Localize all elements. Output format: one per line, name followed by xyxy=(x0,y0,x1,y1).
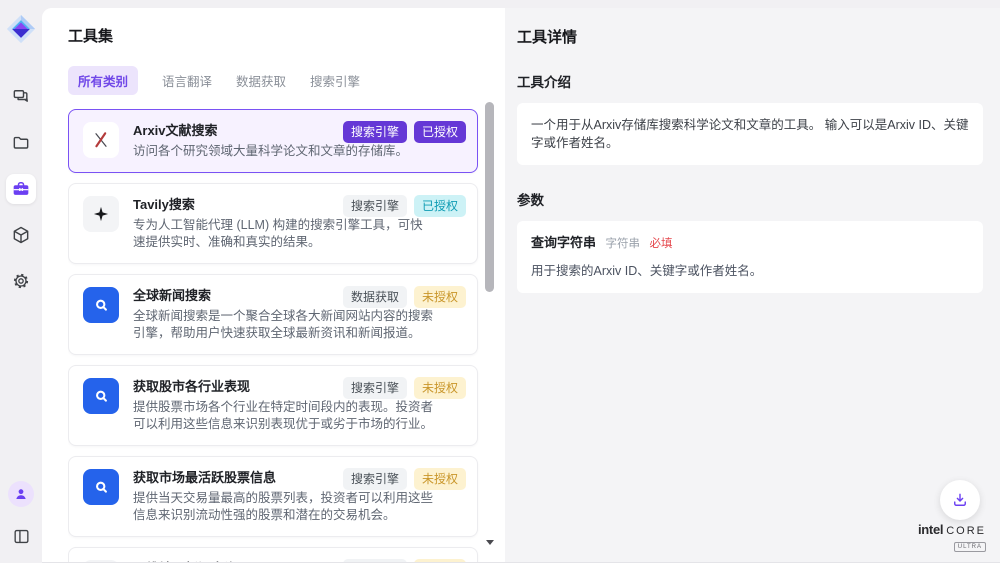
collapse-panel-icon[interactable] xyxy=(6,521,36,551)
param-item: 查询字符串 字符串 必填 用于搜索的Arxiv ID、关键字或作者姓名。 xyxy=(517,221,983,293)
scrollbar-down-button[interactable] xyxy=(485,538,494,546)
sidebar-item-files[interactable] xyxy=(6,128,36,158)
tool-description: 全球新闻搜索是一个聚合全球各大新闻网站内容的搜索引擎，帮助用户快速获取全球最新资… xyxy=(133,308,435,342)
intel-wordmark: intel xyxy=(918,523,943,536)
auth-status-badge: 未授权 xyxy=(414,559,466,562)
category-badge: 搜索引擎 xyxy=(343,121,407,143)
tab-all-categories[interactable]: 所有类别 xyxy=(68,66,138,95)
scrollbar-thumb[interactable] xyxy=(485,102,494,292)
app-logo-icon xyxy=(6,14,36,44)
sidebar-item-models[interactable] xyxy=(6,220,36,250)
ultra-badge: ultra xyxy=(954,542,986,552)
card-badges: 搜索引擎 未授权 xyxy=(343,559,466,562)
tool-description: 提供股票市场各个行业在特定时间段内的表现。投资者可以利用这些信息来识别表现优于或… xyxy=(133,399,435,433)
tool-card-regional-news[interactable]: 万维地区新闻查询 查询具体行政区划内的新闻，快速了解各地新闻动 搜索引擎 未授权 xyxy=(68,547,478,562)
params-heading: 参数 xyxy=(517,189,983,209)
tab-language-translation[interactable]: 语言翻译 xyxy=(162,71,212,90)
sparkle-icon xyxy=(83,196,119,232)
param-header: 查询字符串 字符串 必填 xyxy=(531,234,969,253)
user-avatar[interactable] xyxy=(8,481,34,507)
intro-heading: 工具介绍 xyxy=(517,71,983,91)
intel-core-logo: intel core ultra xyxy=(918,523,986,552)
param-type: 字符串 xyxy=(606,238,641,250)
sidebar-item-tools[interactable] xyxy=(6,174,36,204)
app-root: 工具集 所有类别 语言翻译 数据获取 搜索引擎 A xyxy=(0,0,1000,563)
tool-description: 提供当天交易量最高的股票列表，投资者可以利用这些信息来识别流动性强的股票和潜在的… xyxy=(133,490,435,524)
rail-bottom xyxy=(6,481,36,551)
tools-panel-title: 工具集 xyxy=(68,25,505,46)
tool-card-global-news[interactable]: 全球新闻搜索 全球新闻搜索是一个聚合全球各大新闻网站内容的搜索引擎，帮助用户快速… xyxy=(68,274,478,355)
news-icon xyxy=(83,560,119,562)
auth-status-badge: 已授权 xyxy=(414,195,466,217)
category-badge: 数据获取 xyxy=(343,286,407,308)
category-tabs: 所有类别 语言翻译 数据获取 搜索引擎 xyxy=(68,66,505,95)
sidebar-item-chat[interactable] xyxy=(6,82,36,112)
search-icon xyxy=(83,378,119,414)
tools-list-panel: 工具集 所有类别 语言翻译 数据获取 搜索引擎 A xyxy=(42,8,505,562)
param-description: 用于搜索的Arxiv ID、关键字或作者姓名。 xyxy=(531,262,969,280)
auth-status-badge: 未授权 xyxy=(414,286,466,308)
auth-status-badge: 已授权 xyxy=(414,121,466,143)
tool-card-tavily[interactable]: Tavily搜索 专为人工智能代理 (LLM) 构建的搜索引擎工具，可快速提供实… xyxy=(68,183,478,264)
tools-card-list: Arxiv文献搜索 访问各个研究领域大量科学论文和文章的存储库。 搜索引擎 已授… xyxy=(68,109,505,562)
category-badge: 搜索引擎 xyxy=(343,195,407,217)
sidebar-item-settings[interactable] xyxy=(6,266,36,296)
tool-card-arxiv[interactable]: Arxiv文献搜索 访问各个研究领域大量科学论文和文章的存储库。 搜索引擎 已授… xyxy=(68,109,478,173)
auth-status-badge: 未授权 xyxy=(414,377,466,399)
search-icon xyxy=(83,287,119,323)
category-badge: 搜索引擎 xyxy=(343,377,407,399)
list-scrollbar xyxy=(484,88,495,554)
rail-nav xyxy=(6,82,36,296)
download-icon xyxy=(951,491,969,509)
tool-intro-text: 一个用于从Arxiv存储库搜索科学论文和文章的工具。 输入可以是Arxiv ID… xyxy=(517,103,983,165)
card-badges: 搜索引擎 未授权 xyxy=(343,377,466,399)
card-badges: 搜索引擎 未授权 xyxy=(343,468,466,490)
tool-description: 专为人工智能代理 (LLM) 构建的搜索引擎工具，可快速提供实时、准确和真实的结… xyxy=(133,217,435,251)
tool-card-active-stocks[interactable]: 获取市场最活跃股票信息 提供当天交易量最高的股票列表，投资者可以利用这些信息来识… xyxy=(68,456,478,537)
category-badge: 搜索引擎 xyxy=(343,468,407,490)
tool-card-sector-performance[interactable]: 获取股市各行业表现 提供股票市场各个行业在特定时间段内的表现。投资者可以利用这些… xyxy=(68,365,478,446)
download-button[interactable] xyxy=(940,480,980,520)
tab-search-engine[interactable]: 搜索引擎 xyxy=(310,71,360,90)
card-badges: 搜索引擎 已授权 xyxy=(343,121,466,143)
tab-data-acquisition[interactable]: 数据获取 xyxy=(236,71,286,90)
param-required-badge: 必填 xyxy=(649,238,672,250)
core-wordmark: core xyxy=(946,526,986,537)
search-icon xyxy=(83,469,119,505)
left-rail xyxy=(0,0,42,563)
card-badges: 数据获取 未授权 xyxy=(343,286,466,308)
main-window: 工具集 所有类别 语言翻译 数据获取 搜索引擎 A xyxy=(42,8,1000,563)
card-badges: 搜索引擎 已授权 xyxy=(343,195,466,217)
detail-panel-title: 工具详情 xyxy=(517,26,983,47)
tool-detail-panel: 工具详情 工具介绍 一个用于从Arxiv存储库搜索科学论文和文章的工具。 输入可… xyxy=(505,8,1000,562)
param-name: 查询字符串 xyxy=(531,235,596,250)
category-badge: 搜索引擎 xyxy=(343,559,407,562)
auth-status-badge: 未授权 xyxy=(414,468,466,490)
arxiv-icon xyxy=(83,122,119,158)
tool-description: 访问各个研究领域大量科学论文和文章的存储库。 xyxy=(133,143,435,160)
